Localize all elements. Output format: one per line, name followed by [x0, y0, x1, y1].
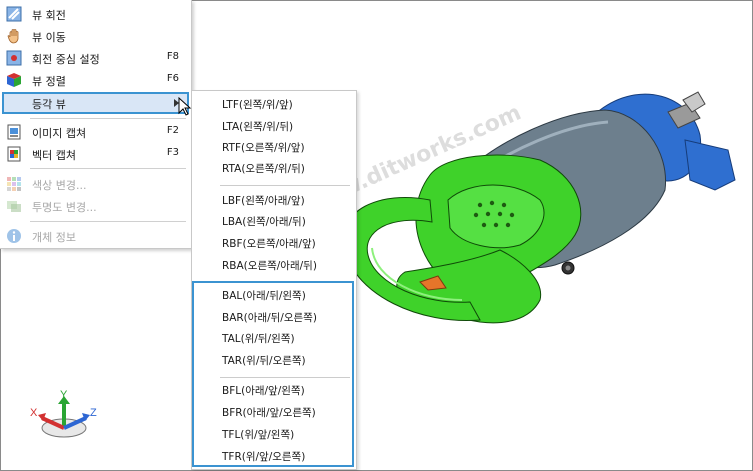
submenu-item-rba[interactable]: RBA(오른쪽/아래/뒤)	[222, 258, 317, 273]
menu-separator	[30, 118, 186, 119]
menu-item-image-capture[interactable]: 이미지 캡쳐 F2	[2, 121, 189, 143]
rotate-view-icon	[6, 6, 22, 22]
submenu-item-lta[interactable]: LTA(왼쪽/위/뒤)	[222, 119, 293, 134]
submenu-item-rbf[interactable]: RBF(오른쪽/아래/앞)	[222, 236, 316, 251]
menu-item-label: 회전 중심 설정	[32, 53, 100, 66]
submenu-separator	[220, 185, 350, 186]
color-palette-icon	[6, 176, 22, 192]
menu-item-label: 색상 변경...	[32, 179, 87, 192]
menu-item-rotate-view[interactable]: 뷰 회전	[2, 3, 189, 25]
transparency-icon	[6, 198, 22, 214]
image-capture-icon	[6, 124, 22, 140]
menu-item-change-transparency[interactable]: 투명도 변경...	[2, 195, 189, 217]
mouse-cursor-icon	[178, 97, 192, 116]
menu-item-label: 뷰 이동	[32, 31, 66, 44]
menu-separator	[30, 168, 186, 169]
z-axis-label: Z	[90, 407, 97, 419]
menu-item-shortcut: F2	[166, 125, 179, 136]
menu-item-label: 벡터 캡쳐	[32, 149, 76, 162]
menu-item-pan-view[interactable]: 뷰 이동	[2, 25, 189, 47]
menu-separator	[30, 221, 186, 222]
menu-item-set-rotation-center[interactable]: 회전 중심 설정 F8	[2, 47, 189, 69]
axis-triad: X Y Z	[30, 389, 97, 438]
info-icon	[6, 228, 22, 244]
submenu-item-rtf[interactable]: RTF(오른쪽/위/앞)	[222, 140, 305, 155]
menu-item-object-info[interactable]: 개체 정보	[2, 225, 189, 247]
menu-item-label: 뷰 회전	[32, 9, 66, 22]
menu-item-vector-capture[interactable]: 벡터 캡쳐 F3	[2, 143, 189, 165]
context-menu: 뷰 회전 뷰 이동 회전 중심 설정 F8 뷰 정렬 F6 등각 뷰 이미지 캡…	[0, 0, 192, 249]
submenu-item-ltf[interactable]: LTF(왼쪽/위/앞)	[222, 97, 293, 112]
vector-capture-icon	[6, 146, 22, 162]
submenu-item-lba[interactable]: LBA(왼쪽/아래/뒤)	[222, 214, 306, 229]
view-align-cube-icon	[6, 72, 22, 88]
menu-item-view-align[interactable]: 뷰 정렬 F6	[2, 69, 189, 91]
gripper-model[interactable]	[343, 91, 736, 324]
x-axis-label: X	[30, 407, 38, 419]
menu-item-isometric-view[interactable]: 등각 뷰	[2, 92, 189, 114]
menu-item-shortcut: F3	[166, 147, 179, 158]
submenu-item-lbf[interactable]: LBF(왼쪽/아래/앞)	[222, 193, 305, 208]
menu-item-label: 개체 정보	[32, 231, 76, 244]
hand-pan-icon	[6, 28, 22, 44]
menu-item-label: 등각 뷰	[32, 98, 66, 111]
menu-item-shortcut: F8	[166, 51, 179, 62]
menu-item-label: 이미지 캡쳐	[32, 127, 87, 140]
rotation-center-icon	[6, 50, 22, 66]
submenu-item-rta[interactable]: RTA(오른쪽/위/뒤)	[222, 161, 305, 176]
y-axis-label: Y	[60, 389, 68, 401]
menu-item-change-color[interactable]: 색상 변경...	[2, 173, 189, 195]
menu-item-shortcut: F6	[166, 73, 179, 84]
menu-item-label: 뷰 정렬	[32, 75, 66, 88]
menu-item-label: 투명도 변경...	[32, 201, 97, 214]
submenu-highlight-box	[192, 281, 354, 467]
